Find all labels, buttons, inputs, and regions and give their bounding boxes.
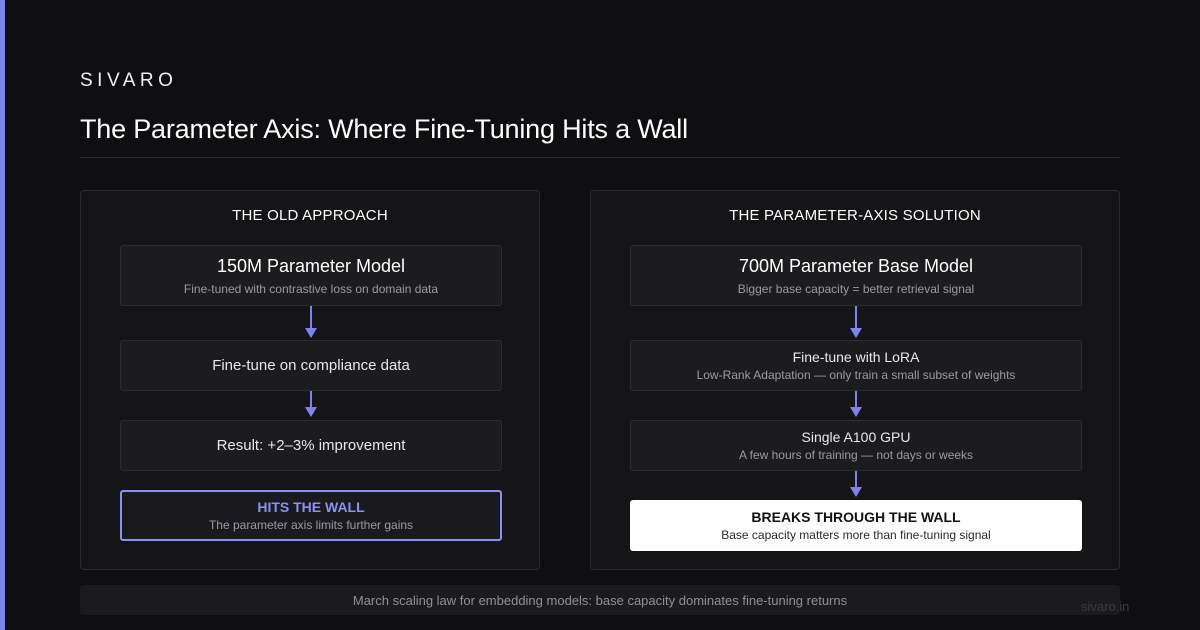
old-approach-panel: THE OLD APPROACH 150M Parameter Model Fi… [80, 190, 540, 570]
box-title: 700M Parameter Base Model [738, 255, 974, 276]
arrow-down-icon [849, 391, 863, 419]
box-title: Single A100 GPU [801, 429, 911, 445]
box-title: BREAKS THROUGH THE WALL [751, 509, 961, 525]
box-title: HITS THE WALL [257, 499, 365, 515]
arrow-down-icon [304, 391, 318, 419]
slide: SIVARO The Parameter Axis: Where Fine-Tu… [0, 0, 1200, 630]
box-subtitle: Base capacity matters more than fine-tun… [721, 528, 991, 542]
breaks-through-wall-box: BREAKS THROUGH THE WALL Base capacity ma… [630, 500, 1082, 551]
box-subtitle: Bigger base capacity = better retrieval … [737, 281, 975, 296]
flow-box-700m-model: 700M Parameter Base Model Bigger base ca… [630, 245, 1082, 306]
box-title: Fine-tune with LoRA [792, 349, 920, 365]
flow-box-lora: Fine-tune with LoRA Low-Rank Adaptation … [630, 340, 1082, 391]
box-subtitle: The parameter axis limits further gains [208, 518, 414, 532]
parameter-axis-solution-panel: THE PARAMETER-AXIS SOLUTION 700M Paramet… [590, 190, 1120, 570]
domain-watermark: sivaro.in [1081, 599, 1130, 614]
page-title: The Parameter Axis: Where Fine-Tuning Hi… [80, 114, 688, 144]
box-subtitle: A few hours of training — not days or we… [738, 448, 974, 462]
title-divider [80, 157, 1120, 158]
box-title: Result: +2–3% improvement [216, 437, 406, 454]
flow-box-result: Result: +2–3% improvement [120, 420, 502, 471]
box-subtitle: Fine-tuned with contrastive loss on doma… [183, 281, 439, 296]
hits-the-wall-box: HITS THE WALL The parameter axis limits … [120, 490, 502, 541]
brand-logo: SIVARO [80, 70, 178, 91]
accent-bar [0, 0, 5, 630]
box-title: Fine-tune on compliance data [212, 357, 410, 374]
box-subtitle: Low-Rank Adaptation — only train a small… [696, 368, 1016, 382]
arrow-down-icon [304, 306, 318, 340]
box-title: 150M Parameter Model [216, 255, 406, 276]
flow-box-fine-tune: Fine-tune on compliance data [120, 340, 502, 391]
flow-box-150m-model: 150M Parameter Model Fine-tuned with con… [120, 245, 502, 306]
footer-caption: March scaling law for embedding models: … [80, 585, 1120, 615]
arrow-down-icon [849, 306, 863, 340]
arrow-down-icon [849, 471, 863, 499]
panel-heading: THE PARAMETER-AXIS SOLUTION [729, 207, 981, 224]
panel-heading: THE OLD APPROACH [232, 207, 388, 224]
flow-box-a100-gpu: Single A100 GPU A few hours of training … [630, 420, 1082, 471]
